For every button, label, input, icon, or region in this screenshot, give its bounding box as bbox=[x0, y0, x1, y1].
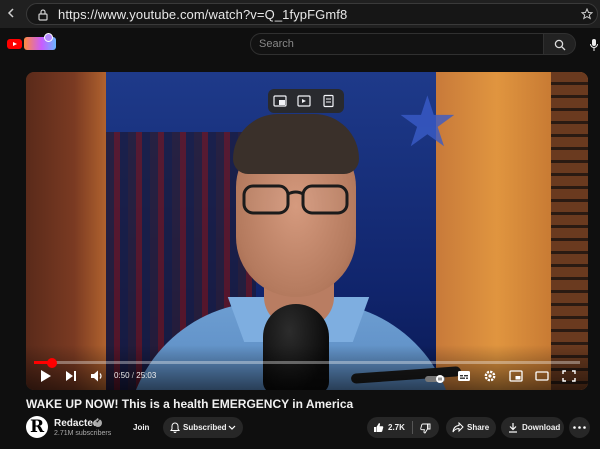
url-text: https://www.youtube.com/watch?v=Q_1fypFG… bbox=[58, 7, 348, 22]
doodle-logo-icon[interactable] bbox=[24, 33, 56, 50]
download-label: Download bbox=[522, 423, 561, 432]
bell-icon bbox=[170, 422, 180, 433]
youtube-header: Search bbox=[0, 28, 600, 64]
settings-icon[interactable] bbox=[483, 368, 497, 384]
time-display: 0:50 / 25:03 bbox=[114, 371, 156, 380]
subscribed-button[interactable]: Subscribed bbox=[163, 417, 243, 438]
video-player[interactable]: ★ 0:50 / 25:03 bbox=[26, 72, 588, 390]
autoplay-toggle[interactable] bbox=[424, 371, 446, 387]
share-icon bbox=[452, 422, 464, 433]
subscribed-label: Subscribed bbox=[183, 423, 227, 432]
play-icon[interactable] bbox=[40, 368, 52, 384]
like-count[interactable]: 2.7K bbox=[388, 417, 405, 438]
next-icon[interactable] bbox=[65, 368, 77, 384]
fullscreen-icon[interactable] bbox=[562, 368, 576, 384]
channel-avatar-letter: R bbox=[30, 417, 45, 437]
bookmark-star-icon[interactable] bbox=[581, 8, 593, 20]
join-button[interactable]: Join bbox=[121, 417, 161, 438]
chevron-down-icon bbox=[228, 425, 236, 430]
search-input[interactable]: Search bbox=[250, 33, 544, 55]
video-overlay-toolbar bbox=[268, 89, 344, 113]
video-frame-background bbox=[26, 72, 106, 390]
search-icon bbox=[554, 39, 566, 51]
lock-icon[interactable] bbox=[37, 8, 49, 21]
volume-icon[interactable] bbox=[90, 368, 104, 384]
glasses bbox=[242, 184, 349, 215]
verified-badge-icon bbox=[94, 417, 102, 427]
miniplayer-icon[interactable] bbox=[509, 368, 523, 384]
star-decoration: ★ bbox=[396, 83, 459, 161]
thumbs-up-icon[interactable] bbox=[373, 422, 384, 433]
scrubber-handle[interactable] bbox=[47, 357, 58, 368]
current-time: 0:50 bbox=[114, 371, 130, 380]
browser-address-bar: https://www.youtube.com/watch?v=Q_1fypFG… bbox=[0, 0, 600, 28]
pip-icon[interactable] bbox=[273, 94, 287, 108]
download-icon bbox=[509, 423, 517, 433]
youtube-logo-icon[interactable] bbox=[7, 39, 22, 49]
join-label: Join bbox=[133, 423, 150, 432]
channel-avatar[interactable]: R bbox=[26, 416, 48, 438]
more-icon bbox=[573, 426, 586, 429]
share-button[interactable]: Share bbox=[446, 417, 496, 438]
theater-icon[interactable] bbox=[535, 368, 549, 384]
progress-bar[interactable] bbox=[34, 357, 580, 368]
duration: 25:03 bbox=[136, 371, 157, 380]
download-button[interactable]: Download bbox=[501, 417, 564, 438]
back-arrow-icon[interactable] bbox=[6, 7, 18, 19]
search-placeholder: Search bbox=[259, 38, 294, 50]
search-button[interactable] bbox=[544, 33, 576, 55]
channel-name[interactable]: Redacted bbox=[54, 418, 99, 429]
like-dislike-group: 2.7K bbox=[367, 417, 439, 438]
subtitles-icon[interactable] bbox=[457, 368, 471, 384]
thumbs-down-icon[interactable] bbox=[420, 423, 431, 434]
subscriber-count: 2.71M subscribers bbox=[54, 430, 112, 437]
url-field[interactable]: https://www.youtube.com/watch?v=Q_1fypFG… bbox=[26, 3, 598, 25]
play-later-icon[interactable] bbox=[297, 94, 311, 108]
notes-icon[interactable] bbox=[322, 94, 336, 108]
share-label: Share bbox=[467, 423, 490, 432]
more-actions-button[interactable] bbox=[569, 417, 590, 438]
microphone-icon[interactable] bbox=[590, 39, 598, 51]
video-title: WAKE UP NOW! This is a health EMERGENCY … bbox=[26, 397, 354, 411]
